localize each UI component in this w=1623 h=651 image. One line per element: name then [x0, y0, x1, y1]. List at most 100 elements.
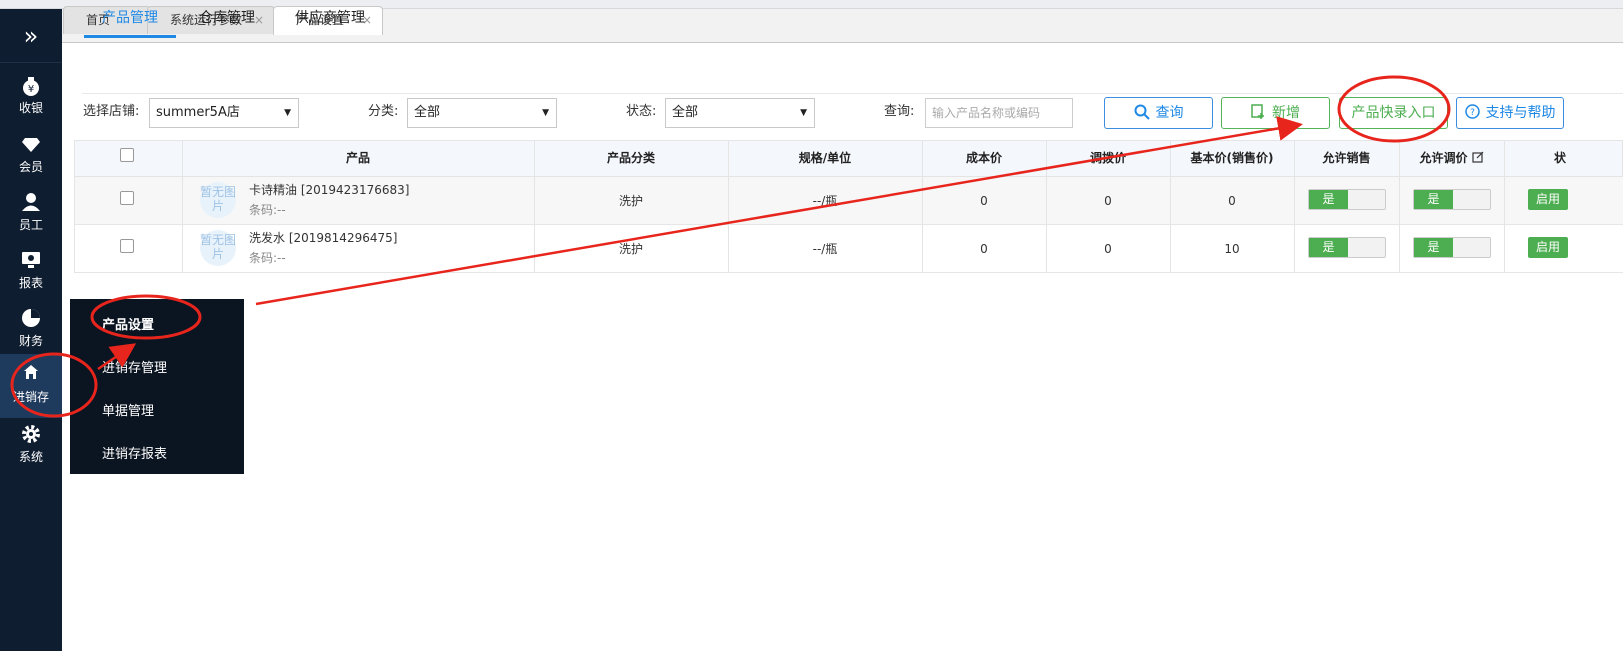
store-select-value: summer5A店 — [156, 105, 240, 120]
diamond-icon — [0, 134, 62, 158]
pie-chart-icon — [0, 308, 62, 332]
header-product[interactable]: 产品 — [182, 140, 534, 177]
search-button-label: 查询 — [1155, 105, 1184, 121]
cell-base-price: 0 — [1228, 194, 1236, 208]
column-divider — [74, 140, 75, 272]
row-checkbox[interactable] — [120, 239, 134, 253]
sidebar-item-finance[interactable]: 财务 — [0, 302, 62, 362]
sidebar-item-label: 财务 — [18, 334, 43, 348]
category-label: 分类: — [368, 104, 399, 119]
header-allow-adjust-label: 允许调价 — [1419, 151, 1468, 165]
cell-base-price: 10 — [1224, 242, 1240, 256]
allow-sale-toggle[interactable]: 是 — [1308, 189, 1386, 210]
sidebar-item-label: 进销存 — [12, 390, 49, 404]
add-button[interactable]: 新增 — [1221, 97, 1330, 129]
header-cost[interactable]: 成本价 — [922, 140, 1046, 177]
cell-spec: --/瓶 — [812, 194, 838, 208]
header-status[interactable]: 状 — [1504, 140, 1623, 177]
toggle-on-label: 是 — [1414, 238, 1453, 257]
header-transfer-price[interactable]: 调拨价 — [1046, 140, 1170, 177]
monitor-icon — [0, 250, 62, 274]
svg-text:¥: ¥ — [28, 84, 34, 95]
store-select[interactable]: summer5A店 ▼ — [149, 98, 299, 128]
question-circle-icon: ? — [1464, 104, 1480, 119]
help-button[interactable]: ? 支持与帮助 — [1456, 97, 1564, 129]
cell-cost: 0 — [980, 242, 988, 256]
cell-category: 洗护 — [618, 194, 643, 208]
svg-text:?: ? — [1470, 108, 1475, 118]
menu-item-product-settings[interactable]: 产品设置 — [102, 314, 154, 333]
status-select-value: 全部 — [672, 105, 699, 120]
header-category[interactable]: 产品分类 — [534, 140, 728, 177]
menu-item-inventory-management[interactable]: 进销存管理 — [102, 357, 167, 376]
menu-item-inventory-report[interactable]: 进销存报表 — [102, 443, 167, 462]
product-barcode: 条码:-- — [249, 251, 286, 265]
select-all-checkbox[interactable] — [120, 148, 134, 162]
product-barcode: 条码:-- — [249, 203, 286, 217]
allow-sale-toggle[interactable]: 是 — [1308, 237, 1386, 258]
header-allow-sale[interactable]: 允许销售 — [1294, 140, 1399, 177]
sidebar-item-label: 员工 — [18, 218, 43, 232]
sidebar-item-label: 报表 — [18, 276, 43, 290]
status-select[interactable]: 全部 ▼ — [665, 98, 815, 128]
cashier-icon: ¥ — [0, 75, 62, 99]
sidebar-item-staff[interactable]: 员工 — [0, 186, 62, 246]
category-select-value: 全部 — [414, 105, 441, 120]
search-icon — [1134, 104, 1150, 120]
collapse-sidebar-button[interactable]: » — [0, 9, 62, 63]
sub-tab-divider — [82, 93, 1623, 94]
status-badge[interactable]: 启用 — [1528, 189, 1568, 210]
search-button[interactable]: 查询 — [1104, 97, 1213, 129]
close-icon[interactable]: × — [254, 7, 264, 33]
toggle-on-label: 是 — [1309, 238, 1348, 257]
category-select[interactable]: 全部 ▼ — [407, 98, 557, 128]
person-icon — [0, 192, 62, 216]
inventory-flyout-menu: 产品设置 进销存管理 单据管理 进销存报表 — [70, 299, 244, 474]
cell-transfer-price: 0 — [1104, 242, 1112, 256]
row-checkbox[interactable] — [120, 191, 134, 205]
sidebar-item-label: 收银 — [18, 101, 43, 115]
query-label: 查询: — [884, 104, 915, 119]
no-image-placeholder: 暂无图片 — [200, 230, 236, 266]
tab-warehouse-management[interactable]: 仓库管理 — [199, 0, 255, 38]
gear-icon — [0, 424, 62, 448]
sidebar-item-system[interactable]: 系统 — [0, 418, 62, 478]
status-badge[interactable]: 启用 — [1528, 237, 1568, 258]
no-image-placeholder: 暂无图片 — [200, 182, 236, 218]
cell-category: 洗护 — [618, 242, 643, 256]
sidebar-item-report[interactable]: 报表 — [0, 244, 62, 304]
allow-adjust-toggle[interactable]: 是 — [1413, 237, 1491, 258]
double-chevron-icon: » — [23, 21, 39, 50]
search-input[interactable]: 输入产品名称或编码 — [925, 98, 1073, 128]
cell-cost: 0 — [980, 194, 988, 208]
product-name: 卡诗精油 [2019423176683] — [249, 183, 410, 197]
header-allow-adjust[interactable]: 允许调价 — [1399, 140, 1504, 177]
caret-down-icon: ▼ — [284, 108, 291, 118]
header-spec[interactable]: 规格/单位 — [728, 140, 922, 177]
caret-down-icon: ▼ — [800, 108, 807, 118]
sidebar-item-label: 系统 — [18, 450, 43, 464]
allow-adjust-toggle[interactable]: 是 — [1413, 189, 1491, 210]
menu-item-document-management[interactable]: 单据管理 — [102, 400, 154, 419]
tab-product-management[interactable]: 产品管理 — [84, 0, 176, 38]
add-button-label: 新增 — [1272, 105, 1300, 121]
edit-icon[interactable] — [1471, 151, 1484, 163]
toggle-on-label: 是 — [1414, 190, 1453, 209]
cell-transfer-price: 0 — [1104, 194, 1112, 208]
add-document-icon — [1251, 104, 1264, 119]
cell-spec: --/瓶 — [812, 242, 838, 256]
quick-entry-button[interactable]: 产品快录入口 — [1339, 97, 1448, 129]
store-label: 选择店铺: — [83, 104, 140, 119]
tab-supplier-management[interactable]: 供应商管理 — [295, 0, 365, 38]
toggle-on-label: 是 — [1309, 190, 1348, 209]
product-name: 洗发水 [2019814296475] — [249, 231, 398, 245]
status-label: 状态: — [626, 104, 657, 119]
help-button-label: 支持与帮助 — [1485, 105, 1556, 121]
sidebar-item-label: 会员 — [18, 160, 43, 174]
sidebar-item-member[interactable]: 会员 — [0, 128, 62, 188]
header-base-price[interactable]: 基本价(销售价) — [1170, 140, 1294, 177]
sidebar-item-cashier[interactable]: ¥ 收银 — [0, 69, 62, 129]
caret-down-icon: ▼ — [542, 108, 549, 118]
sidebar-item-inventory[interactable]: 进销存 — [0, 354, 62, 418]
quick-entry-label: 产品快录入口 — [1351, 105, 1436, 121]
